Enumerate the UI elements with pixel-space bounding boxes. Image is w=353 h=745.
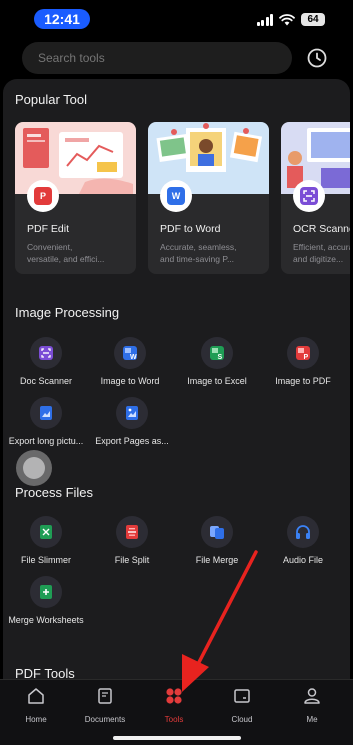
card-description: Efficient, accurate, and digitize...: [293, 241, 350, 265]
section-title-popular: Popular Tool: [15, 92, 88, 107]
tool-label: Audio File: [282, 555, 324, 565]
status-bar: 12:41 64: [0, 0, 353, 38]
documents-icon: [98, 688, 112, 704]
tool-label: Image to Excel: [187, 376, 247, 386]
card-title: OCR Scanner: [293, 223, 350, 235]
word-icon: W: [167, 187, 185, 205]
profile-icon: [304, 688, 320, 704]
pdf-to-word-badge: W: [160, 180, 192, 212]
card-desc-line-2: and digitize...: [293, 254, 344, 264]
card-description: Accurate, seamless, and time-saving P...: [160, 241, 268, 265]
section-title-image-processing: Image Processing: [15, 305, 120, 320]
tab-cloud[interactable]: Cloud: [212, 686, 272, 724]
home-icon: [28, 688, 44, 704]
doc-scanner-icon: [30, 337, 62, 369]
tool-export-pages[interactable]: Export Pages as...: [88, 397, 176, 446]
tool-merge-worksheets[interactable]: Merge Worksheets: [3, 576, 90, 625]
tool-doc-scanner[interactable]: Doc Scanner: [3, 337, 90, 386]
tab-label: Home: [25, 715, 47, 724]
card-desc-line-1: Accurate, seamless,: [160, 242, 237, 252]
tool-file-split[interactable]: File Split: [88, 516, 176, 565]
image-to-word-icon: W: [114, 337, 146, 369]
tool-file-merge[interactable]: File Merge: [173, 516, 261, 565]
tools-grid-icon: [166, 688, 182, 704]
tab-label: Tools: [164, 715, 184, 724]
cellular-signal-icon: [256, 13, 273, 26]
card-ocr-scanner[interactable]: OCR Scanner Efficient, accurate, and dig…: [281, 122, 350, 274]
card-desc-line-2: versatile, and effici...: [27, 254, 105, 264]
file-slimmer-icon: [30, 516, 62, 548]
card-desc-line-1: Efficient, accurate,: [293, 242, 350, 252]
image-to-excel-icon: S: [201, 337, 233, 369]
tool-image-to-word[interactable]: W Image to Word: [86, 337, 174, 386]
tab-me[interactable]: Me: [282, 686, 342, 724]
card-pdf-to-word[interactable]: W PDF to Word Accurate, seamless, and ti…: [148, 122, 269, 274]
status-icons: 64: [256, 13, 325, 26]
tab-label: Cloud: [231, 715, 253, 724]
search-input[interactable]: [22, 42, 292, 74]
status-time: 12:41: [34, 9, 90, 29]
pdf-edit-badge: P: [27, 180, 59, 212]
search-row: [0, 40, 353, 76]
home-indicator: [113, 736, 241, 740]
image-to-pdf-icon: P: [287, 337, 319, 369]
card-desc-line-1: Convenient,: [27, 242, 73, 252]
pdf-icon: P: [34, 187, 52, 205]
svg-text:S: S: [218, 354, 223, 361]
tool-file-slimmer[interactable]: File Slimmer: [3, 516, 90, 565]
headphones-icon: [287, 516, 319, 548]
tool-image-to-pdf[interactable]: P Image to PDF: [259, 337, 347, 386]
section-title-process-files: Process Files: [15, 485, 94, 500]
tool-label: Export Pages as...: [95, 436, 169, 446]
tab-label: Me: [306, 715, 318, 724]
file-merge-icon: [201, 516, 233, 548]
svg-text:W: W: [130, 354, 137, 361]
merge-worksheets-icon: [30, 576, 62, 608]
wifi-icon: [279, 13, 295, 25]
export-pages-icon: [116, 397, 148, 429]
file-split-icon: [116, 516, 148, 548]
tab-label: Documents: [84, 715, 126, 724]
tool-label: File Split: [114, 555, 150, 565]
ocr-scan-icon: [300, 187, 318, 205]
tool-label: Image to Word: [100, 376, 160, 386]
card-title: PDF Edit: [27, 223, 70, 235]
ocr-badge: [293, 180, 325, 212]
tab-home[interactable]: Home: [6, 686, 66, 724]
export-long-picture-icon: [30, 397, 62, 429]
touch-indicator: [16, 450, 52, 486]
tool-export-long-picture[interactable]: Export long pictu...: [3, 397, 90, 446]
card-description: Convenient, versatile, and effici...: [27, 241, 135, 265]
tab-documents[interactable]: Documents: [75, 686, 135, 724]
cloud-icon: [234, 689, 250, 703]
svg-text:P: P: [304, 354, 309, 361]
tool-label: Image to PDF: [275, 376, 331, 386]
card-title: PDF to Word: [160, 223, 221, 235]
section-title-pdf-tools: PDF Tools: [15, 666, 75, 679]
tools-panel: Popular Tool P PDF Edit Convenient, vers…: [3, 79, 350, 679]
tool-image-to-excel[interactable]: S Image to Excel: [173, 337, 261, 386]
history-clock-icon[interactable]: [306, 47, 328, 69]
tool-audio-file[interactable]: Audio File: [259, 516, 347, 565]
tool-label: File Slimmer: [20, 555, 71, 565]
tool-label: Doc Scanner: [19, 376, 73, 386]
tool-label: Export long pictu...: [8, 436, 84, 446]
battery-indicator: 64: [301, 13, 325, 26]
tool-label: Merge Worksheets: [8, 615, 84, 625]
tab-tools[interactable]: Tools: [144, 686, 204, 724]
card-desc-line-2: and time-saving P...: [160, 254, 235, 264]
tool-label: File Merge: [195, 555, 239, 565]
card-pdf-edit[interactable]: P PDF Edit Convenient, versatile, and ef…: [15, 122, 136, 274]
